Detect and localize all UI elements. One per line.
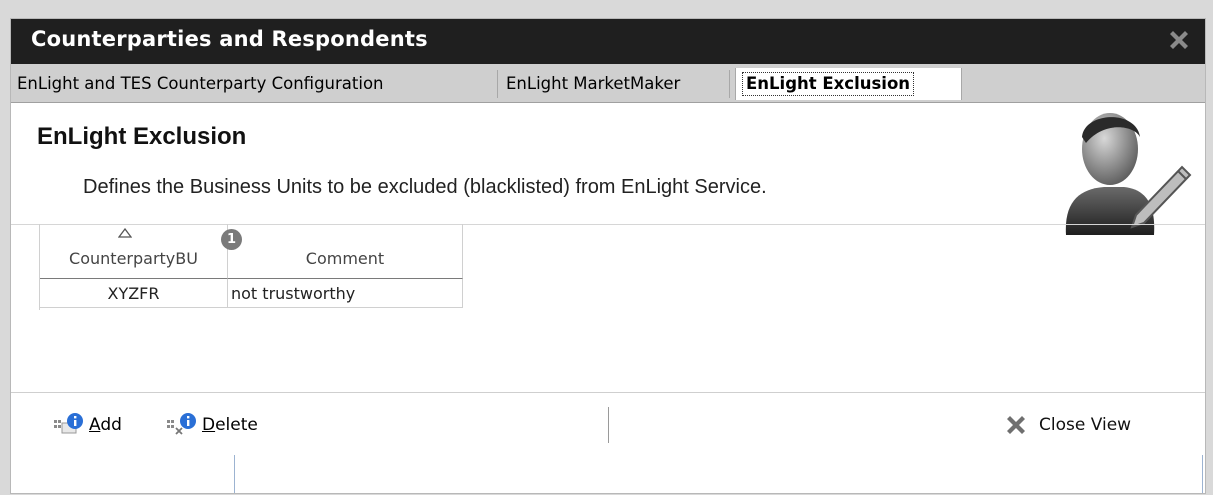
column-header-label: CounterpartyBU xyxy=(69,249,198,268)
tab-marketmaker[interactable]: EnLight MarketMaker xyxy=(500,70,730,98)
dialog-window: Counterparties and Respondents EnLight a… xyxy=(10,18,1206,494)
window-title: Counterparties and Respondents xyxy=(31,27,428,51)
row-header-column xyxy=(22,224,40,310)
tab-label: EnLight and TES Counterparty Configurati… xyxy=(17,74,384,93)
table-cell-counterpartybu[interactable]: XYZFR xyxy=(40,279,228,308)
column-header-label: Comment xyxy=(305,249,385,268)
splitter-line xyxy=(1202,455,1203,493)
add-info-icon xyxy=(54,413,83,434)
column-header-counterpartybu[interactable]: 1 CounterpartyBU xyxy=(40,224,242,279)
add-button-label: Add xyxy=(89,415,122,435)
sort-ascending-icon xyxy=(118,228,132,238)
tab-label: EnLight Exclusion xyxy=(742,72,915,96)
section-description: Defines the Business Units to be exclude… xyxy=(83,176,767,198)
table-cell-comment[interactable]: not trustworthy xyxy=(228,279,463,308)
delete-info-icon xyxy=(167,413,196,435)
tab-counterparty-configuration[interactable]: EnLight and TES Counterparty Configurati… xyxy=(11,70,498,98)
tab-label: EnLight MarketMaker xyxy=(506,74,681,93)
column-header-comment[interactable]: Comment xyxy=(228,224,463,279)
user-edit-icon xyxy=(1065,113,1192,235)
add-button[interactable]: Add xyxy=(53,411,138,439)
splitter-line xyxy=(234,455,235,493)
close-view-label: Close View xyxy=(1039,415,1132,435)
section-heading: EnLight Exclusion xyxy=(37,123,247,150)
tab-exclusion[interactable]: EnLight Exclusion xyxy=(735,68,962,100)
exclusion-grid: 1 CounterpartyBU Comment XYZFR not trust… xyxy=(22,224,463,310)
delete-button[interactable]: Delete xyxy=(166,411,281,439)
tab-bar: EnLight and TES Counterparty Configurati… xyxy=(11,64,1205,103)
close-view-icon xyxy=(1007,416,1025,434)
divider xyxy=(11,392,1205,393)
toolbar-separator xyxy=(608,407,609,443)
delete-button-label: Delete xyxy=(202,415,258,435)
title-bar: Counterparties and Respondents xyxy=(11,19,1205,64)
close-window-icon[interactable] xyxy=(1167,29,1191,53)
